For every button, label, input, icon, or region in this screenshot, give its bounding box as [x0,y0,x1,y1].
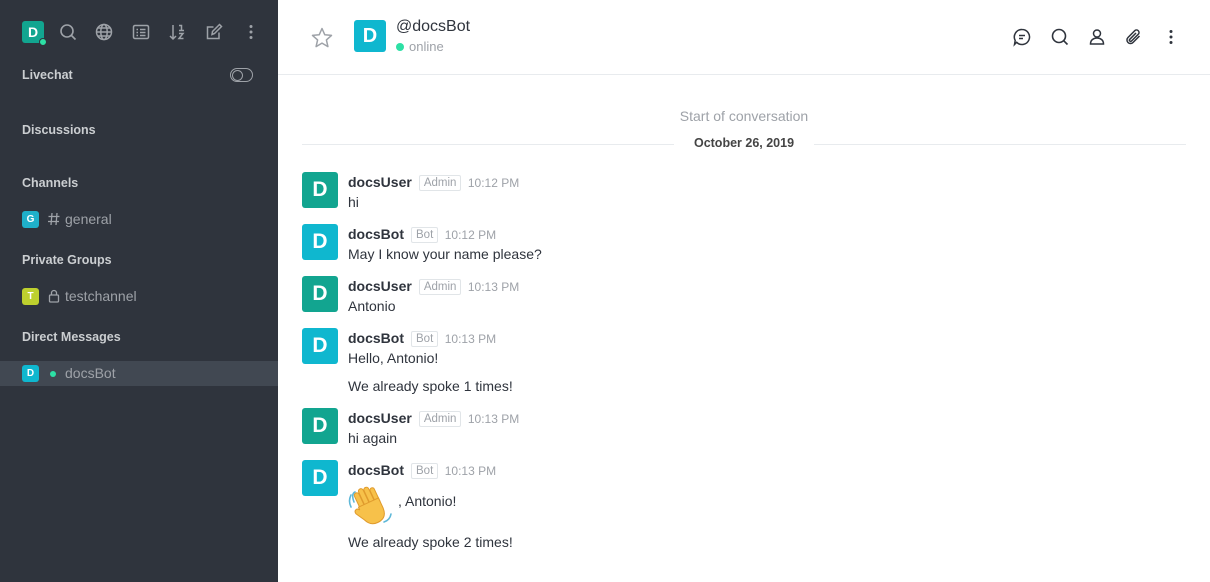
message-text: , Antonio! [398,493,457,509]
online-status-dot [50,371,56,377]
room-status-text: online [409,39,444,54]
message[interactable]: D docsBot Bot 10:12 PM May I know your na… [302,224,1182,264]
message-author[interactable]: docsUser [348,174,412,190]
message-header: docsUser Admin 10:13 PM [348,410,519,428]
sidebar-toolbar: D [0,0,278,64]
message[interactable]: D docsBot Bot 10:13 PM Hello, Antonio! We… [302,328,1182,396]
role-badge: Admin [418,279,462,295]
user-info-icon[interactable] [1087,27,1107,47]
message-time: 10:13 PM [467,280,520,294]
message-text: Antonio [348,298,396,314]
sidebar: D Livechat Discussions Channels G genera… [0,0,278,582]
room-avatar: T [22,288,39,305]
edit-icon[interactable] [204,22,224,42]
sort-icon[interactable] [167,22,187,42]
channels-label: Channels [22,176,79,190]
message-author[interactable]: docsBot [348,462,404,478]
message-text: hi again [348,430,398,446]
avatar[interactable]: D [302,172,338,208]
message[interactable]: D docsUser Admin 10:13 PM hi again [302,408,1182,448]
room-avatar[interactable]: D [354,20,386,52]
room-title: @docsBot [396,18,470,36]
avatar[interactable]: D [302,408,338,444]
sidebar-item-docsbot[interactable]: D docsBot [0,361,278,386]
message-author[interactable]: docsBot [348,330,404,346]
globe-icon[interactable] [94,22,114,42]
room-avatar: G [22,211,39,228]
online-status-dot [396,43,404,51]
message-header: docsUser Admin 10:12 PM [348,174,519,192]
role-badge: Bot [411,227,439,243]
discussions-label[interactable]: Discussions [22,123,96,137]
kebab-icon[interactable] [1161,27,1181,47]
message-author[interactable]: docsUser [348,410,412,426]
message[interactable]: D docsUser Admin 10:13 PM Antonio [302,276,1182,316]
discussion-icon[interactable] [1012,27,1032,47]
message-time: 10:12 PM [444,228,497,242]
message-header: docsUser Admin 10:13 PM [348,278,519,296]
private-groups-label: Private Groups [22,253,112,267]
room-avatar: D [22,365,39,382]
avatar[interactable]: D [302,224,338,260]
message[interactable]: D docsUser Admin 10:12 PM hi [302,172,1182,212]
sidebar-item-general[interactable]: G general [0,207,278,232]
message[interactable]: D docsBot Bot 10:13 PM , Antonio! We alre… [302,460,1182,556]
room-header: D @docsBot online [278,0,1210,75]
message-time: 10:13 PM [444,332,497,346]
sidebar-item-label: general [65,211,112,227]
message-time: 10:13 PM [444,464,497,478]
message-text: Hello, Antonio! [348,350,439,366]
waving-hand-emoji [348,482,394,528]
message-author[interactable]: docsBot [348,226,404,242]
message-text: We already spoke 2 times! [348,534,513,550]
livechat-label: Livechat [22,68,73,82]
hashtag-icon [47,212,61,226]
attachment-icon[interactable] [1124,27,1144,47]
user-avatar[interactable]: D [22,21,47,46]
at-sign: @ [396,18,413,35]
sidebar-item-label: testchannel [65,288,137,304]
role-badge: Bot [411,331,439,347]
directory-icon[interactable] [131,22,151,42]
message-text: hi [348,194,359,210]
message-time: 10:12 PM [467,176,520,190]
sidebar-item-testchannel[interactable]: T testchannel [0,284,278,309]
date-divider: October 26, 2019 [693,136,795,150]
user-status-dot [39,38,47,46]
search-icon[interactable] [58,22,78,42]
message-text: May I know your name please? [348,246,542,262]
start-of-conversation: Start of conversation [679,108,809,124]
kebab-icon[interactable] [241,22,261,42]
message-author[interactable]: docsUser [348,278,412,294]
user-avatar-initial: D [27,24,39,40]
message-time: 10:13 PM [467,412,520,426]
role-badge: Admin [418,175,462,191]
avatar[interactable]: D [302,328,338,364]
message-header: docsBot Bot 10:13 PM [348,462,496,480]
role-badge: Bot [411,463,439,479]
message-header: docsBot Bot 10:12 PM [348,226,496,244]
avatar[interactable]: D [302,460,338,496]
role-badge: Admin [418,411,462,427]
direct-messages-label: Direct Messages [22,330,121,344]
message-header: docsBot Bot 10:13 PM [348,330,496,348]
room-status: online [396,39,444,54]
avatar[interactable]: D [302,276,338,312]
star-icon[interactable] [310,26,334,50]
search-icon[interactable] [1050,27,1070,47]
livechat-toggle[interactable] [230,68,253,82]
room-name: docsBot [412,18,471,35]
lock-icon [47,289,61,303]
message-text: We already spoke 1 times! [348,378,513,394]
sidebar-item-label: docsBot [65,365,116,381]
